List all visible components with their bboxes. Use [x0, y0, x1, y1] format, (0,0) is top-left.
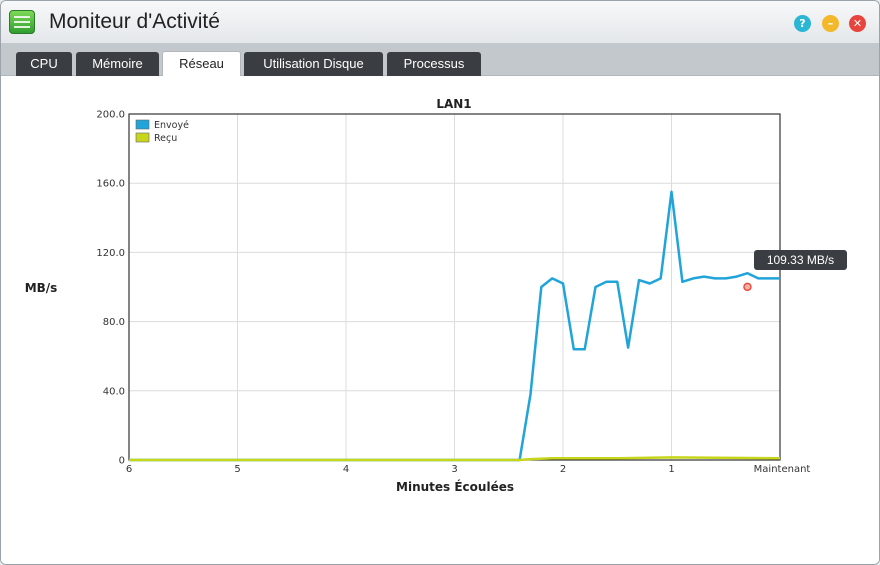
x-tick-label: 6: [126, 464, 132, 475]
x-tick-label: 2: [560, 464, 566, 475]
highlight-point[interactable]: [743, 282, 752, 292]
chart-title: LAN1: [436, 97, 471, 111]
y-tick-label: 160.0: [96, 179, 125, 190]
x-tick-label: 3: [451, 464, 457, 475]
network-chart: 0 40.0 80.0 120.0 160.0 200.0 6 5 4 3 2 1 Maintenan…: [25, 97, 811, 494]
y-tick-label: 0: [119, 456, 125, 467]
y-axis-ticks: 0 40.0 80.0 120.0 160.0 200.0: [96, 110, 125, 467]
chart-legend: Envoyé Reçu: [135, 119, 189, 144]
y-tick-label: 200.0: [96, 110, 125, 121]
y-tick-label: 80.0: [103, 317, 125, 328]
y-tick-label: 120.0: [96, 248, 125, 259]
x-tick-label: 1: [668, 464, 674, 475]
activity-monitor-window: Moniteur d'Activité ? – ✕ CPU Mémoire Ré…: [0, 0, 880, 565]
x-axis-ticks: 6 5 4 3 2 1 Maintenant: [126, 464, 811, 475]
y-tick-label: 40.0: [103, 386, 125, 397]
chart-grid: [128, 113, 781, 461]
legend-swatch-envoye: [135, 119, 150, 130]
x-tick-label: Maintenant: [754, 464, 811, 475]
legend-swatch-recu: [135, 132, 150, 143]
y-axis-label: MB/s: [25, 281, 58, 295]
data-tooltip: 109.33 MB/s: [754, 250, 847, 270]
x-tick-label: 4: [343, 464, 349, 475]
x-axis-label: Minutes Écoulées: [396, 479, 514, 494]
legend-label-recu: Reçu: [154, 133, 177, 144]
legend-label-envoye: Envoyé: [154, 120, 189, 131]
x-tick-label: 5: [234, 464, 240, 475]
